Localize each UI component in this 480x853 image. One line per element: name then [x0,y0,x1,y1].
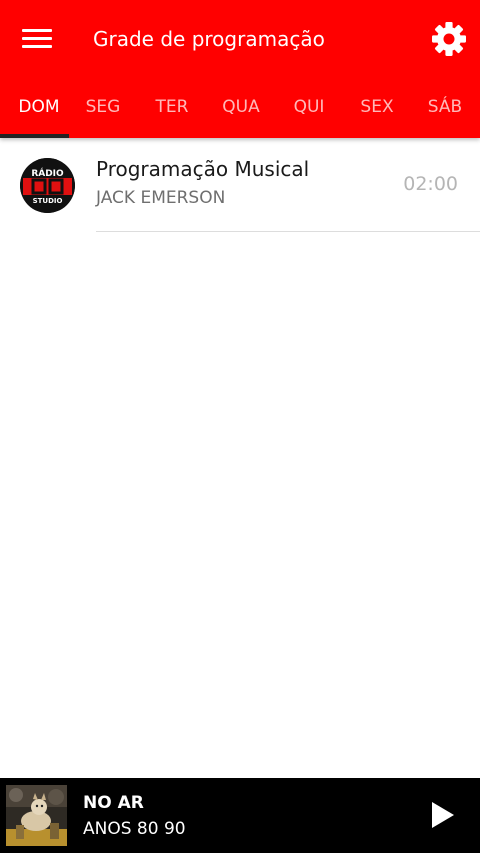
logo-bottom-text: STUDIO [33,197,63,205]
page-title: Grade de programação [93,27,325,51]
list-divider [96,231,480,232]
schedule-list: RÁDIO STUDIO Programação Musical JACK EM… [0,138,480,232]
program-time: 02:00 [403,173,458,195]
tab-sab[interactable]: SÁB [410,86,480,138]
day-tabs: DOM SEG TER QUA QUI SEX SÁB [0,86,480,138]
hamburger-menu-icon[interactable] [20,24,56,54]
on-air-label: NO AR [83,793,144,813]
radio-studio-logo: RÁDIO STUDIO [20,158,75,213]
album-cover [6,785,67,846]
now-playing-track: ANOS 80 90 [83,819,186,839]
list-item[interactable]: RÁDIO STUDIO Programação Musical JACK EM… [0,138,480,232]
tab-ter[interactable]: TER [137,86,207,138]
now-playing-bar[interactable]: NO AR ANOS 80 90 [0,778,480,853]
tab-qua[interactable]: QUA [206,86,276,138]
tab-qui[interactable]: QUI [274,86,344,138]
program-title: Programação Musical [96,157,310,181]
tab-seg[interactable]: SEG [68,86,138,138]
app-screen: Grade de programação DOM SEG TER QUA QUI… [0,0,480,853]
tab-sex[interactable]: SEX [342,86,412,138]
app-bar: Grade de programação DOM SEG TER QUA QUI… [0,0,480,138]
program-host: JACK EMERSON [96,188,226,208]
logo-top-text: RÁDIO [31,167,64,179]
play-icon[interactable] [424,796,460,834]
tab-dom[interactable]: DOM [0,86,78,138]
gear-icon[interactable] [430,20,468,58]
